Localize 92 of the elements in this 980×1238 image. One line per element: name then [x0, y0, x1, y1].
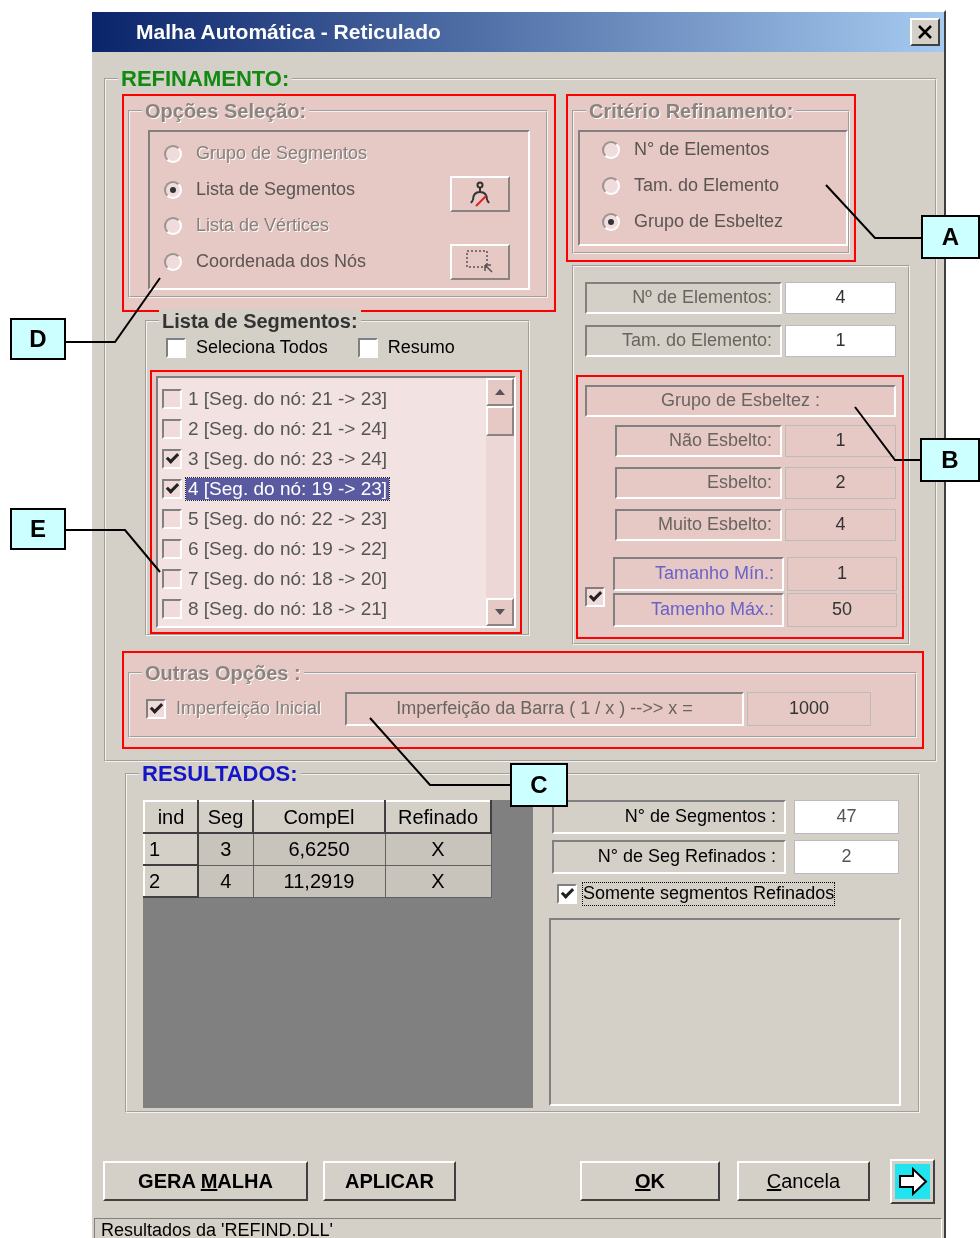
- group-title: Lista de Segmentos:: [159, 309, 361, 333]
- field-label: Tamenho Máx.:: [613, 593, 784, 627]
- field-label: Não Esbelto:: [615, 425, 782, 457]
- input-field[interactable]: 47: [794, 800, 899, 834]
- input-field[interactable]: 2: [794, 840, 899, 874]
- input-field[interactable]: 4: [785, 282, 896, 314]
- column-header[interactable]: Refinado: [385, 801, 491, 833]
- field-label: Nº de Elementos:: [585, 282, 782, 314]
- radio-button[interactable]: [602, 141, 620, 159]
- checkbox[interactable]: [162, 449, 182, 469]
- list-item[interactable]: 4 [Seg. do nó: 19 -> 23]: [186, 477, 390, 501]
- scrollbar-track[interactable]: [486, 378, 514, 626]
- radio-button[interactable]: [602, 177, 620, 195]
- checkbox[interactable]: [162, 419, 182, 439]
- checkbox[interactable]: [162, 509, 182, 529]
- radio-label[interactable]: Lista de Segmentos: [196, 179, 356, 201]
- push-button[interactable]: APLICAR: [323, 1161, 456, 1201]
- checkbox[interactable]: [557, 884, 577, 904]
- callout-label: C: [510, 763, 568, 807]
- selection-rectangle-icon: [465, 249, 495, 275]
- input-field[interactable]: 1: [785, 425, 896, 457]
- scroll-down-button[interactable]: [486, 598, 514, 626]
- callout-label: E: [10, 508, 66, 550]
- checkbox-label[interactable]: Seleciona Todos: [196, 337, 328, 359]
- callout-label: D: [10, 318, 66, 360]
- push-button[interactable]: GERA MALHA: [103, 1161, 308, 1201]
- checkbox[interactable]: [162, 539, 182, 559]
- list-item[interactable]: 2 [Seg. do nó: 21 -> 24]: [186, 417, 390, 441]
- input-field[interactable]: 1: [787, 557, 897, 591]
- list-item[interactable]: 3 [Seg. do nó: 23 -> 24]: [186, 447, 390, 471]
- tool-button[interactable]: [450, 176, 510, 212]
- scroll-up-button[interactable]: [486, 378, 514, 406]
- status-bar: Resultados da 'REFIND.DLL': [94, 1218, 942, 1238]
- checkbox[interactable]: [162, 599, 182, 619]
- section-header: Grupo de Esbeltez :: [585, 385, 896, 417]
- scrollbar-thumb[interactable]: [486, 406, 514, 436]
- table-cell: 1: [144, 833, 198, 865]
- checkbox[interactable]: [162, 569, 182, 589]
- push-button[interactable]: Cancela: [737, 1161, 870, 1201]
- next-button[interactable]: [890, 1158, 935, 1204]
- checkbox[interactable]: [162, 479, 182, 499]
- table-cell: X: [385, 865, 491, 897]
- radio-button[interactable]: [602, 213, 620, 231]
- field-label: N° de Segmentos :: [552, 800, 786, 834]
- radio-label[interactable]: Grupo de Esbeltez: [634, 211, 784, 233]
- list-item[interactable]: 8 [Seg. do nó: 18 -> 21]: [186, 597, 390, 621]
- table-cell: 4: [198, 865, 253, 897]
- table-cell: 3: [198, 833, 253, 865]
- callout-label: B: [920, 438, 980, 482]
- list-item[interactable]: 1 [Seg. do nó: 21 -> 23]: [186, 387, 390, 411]
- checkbox-label[interactable]: Somente segmentos Refinados: [583, 883, 835, 905]
- radio-label[interactable]: Tam. do Elemento: [634, 175, 780, 197]
- column-header[interactable]: ind: [144, 801, 198, 833]
- list-item[interactable]: 7 [Seg. do nó: 18 -> 20]: [186, 567, 390, 591]
- table-cell: 2: [144, 865, 198, 897]
- window-title: Malha Automática - Reticulado: [136, 19, 441, 45]
- input-field[interactable]: 4: [785, 509, 896, 541]
- table-cell: 6,6250: [253, 833, 385, 865]
- radio-button[interactable]: [164, 181, 182, 199]
- table-cell: X: [385, 833, 491, 865]
- checkbox[interactable]: [585, 587, 605, 608]
- checkbox[interactable]: [166, 338, 186, 358]
- up-arrow-icon: [494, 388, 506, 396]
- column-header[interactable]: Seg: [198, 801, 253, 833]
- list-item[interactable]: 6 [Seg. do nó: 19 -> 22]: [186, 537, 390, 561]
- leader-line: [854, 406, 921, 461]
- field-label: Muito Esbelto:: [615, 509, 782, 541]
- checkbox[interactable]: [146, 699, 166, 719]
- close-button[interactable]: [910, 18, 940, 46]
- field-label: Tamanho Mín.:: [613, 557, 784, 591]
- push-button[interactable]: OK: [580, 1161, 720, 1201]
- arrow-right-icon: [895, 1163, 930, 1199]
- input-field[interactable]: 50: [787, 593, 897, 627]
- input-field[interactable]: 2: [785, 467, 896, 499]
- callout-label: A: [921, 215, 980, 259]
- field-label: Esbelto:: [615, 467, 782, 499]
- column-header[interactable]: CompEl: [253, 801, 385, 833]
- down-arrow-icon: [494, 608, 506, 616]
- radio-button[interactable]: [164, 253, 182, 271]
- checkbox-label[interactable]: Resumo: [387, 337, 455, 359]
- input-field[interactable]: 1: [785, 325, 896, 357]
- list-item[interactable]: 5 [Seg. do nó: 22 -> 23]: [186, 507, 390, 531]
- checkbox[interactable]: [357, 338, 378, 358]
- field-label: N° de Seg Refinados :: [552, 840, 786, 874]
- checkbox[interactable]: [162, 389, 182, 409]
- radio-label[interactable]: Coordenada dos Nós: [196, 251, 367, 273]
- field-label: Imperfeição da Barra ( 1 / x ) -->> x =: [345, 692, 745, 726]
- close-icon: [917, 25, 933, 39]
- input-field[interactable]: 1000: [747, 692, 872, 726]
- radio-label[interactable]: N° de Elementos: [634, 139, 770, 161]
- table-cell: 11,2919: [253, 865, 385, 897]
- field-label: Tam. do Elemento:: [585, 325, 782, 357]
